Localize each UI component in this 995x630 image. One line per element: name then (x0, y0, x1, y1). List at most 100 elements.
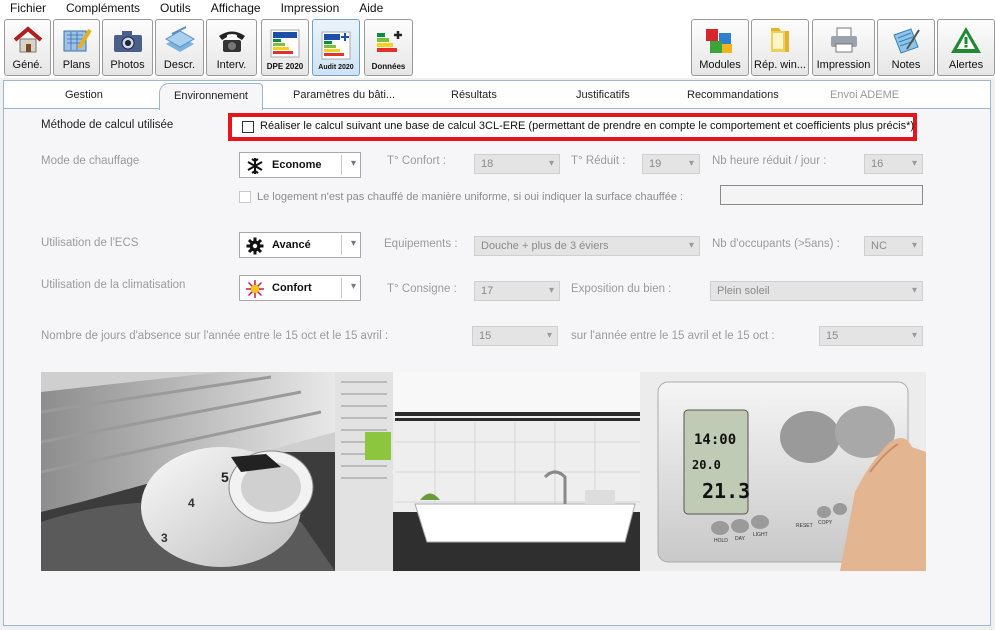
tab-parametres-bati[interactable]: Paramètres du bâti... (293, 89, 395, 101)
impression-button[interactable]: Impression (812, 19, 875, 76)
equipements-label: Equipements : (384, 238, 458, 250)
non-uniform-heating-label: Le logement n'est pas chauffé de manière… (257, 191, 684, 203)
tab-justificatifs[interactable]: Justificatifs (576, 89, 630, 101)
photos-button[interactable]: Photos (102, 19, 153, 76)
menu-fichier[interactable]: Fichier (0, 1, 56, 15)
warning-triangle-icon (949, 25, 983, 55)
chevron-down-icon: ▾ (688, 158, 694, 169)
environment-panel: Gestion Environnement Paramètres du bâti… (3, 80, 991, 626)
exposition-select[interactable]: Plein soleil ▾ (710, 281, 923, 301)
method-3cl-ere-checkbox[interactable] (242, 121, 254, 133)
audit-2020-button[interactable]: Audit 2020 (312, 19, 360, 76)
menu-aide[interactable]: Aide (349, 1, 393, 15)
bathroom-photo (335, 372, 640, 571)
printer-icon (827, 25, 861, 55)
energy-label-plus-icon (319, 30, 353, 60)
dpe-2020-button[interactable]: DPE 2020 (261, 19, 309, 76)
absence-summer-select[interactable]: 15 ▾ (819, 326, 923, 346)
alertes-button[interactable]: Alertes (937, 19, 995, 76)
t-confort-label: T° Confort : (387, 155, 446, 167)
chevron-down-icon: ▾ (911, 240, 917, 251)
chevron-down-icon: ▾ (911, 158, 917, 169)
absence-summer-label: sur l'année entre le 15 avril et le 15 o… (571, 330, 775, 342)
svg-text:5: 5 (221, 469, 229, 485)
energy-label-data-icon (372, 28, 406, 58)
t-consigne-select[interactable]: 17 ▾ (474, 281, 560, 301)
chevron-down-icon: ▾ (548, 158, 554, 169)
radiator-valve-photo: 5 4 3 (41, 372, 335, 571)
clim-mode-select[interactable]: Confort ▾ (239, 275, 361, 301)
house-icon (11, 25, 45, 55)
toolbar: Géné. Plans Photos Descr. Interv. DPE 20… (0, 16, 995, 78)
snowflake-icon (247, 158, 263, 174)
thermostat-copy-label: COPY (818, 520, 833, 526)
tab-bar: Gestion Environnement Paramètres du bâti… (4, 81, 990, 110)
clim-label: Utilisation de la climatisation (41, 279, 186, 291)
t-consigne-label: T° Consigne : (387, 283, 457, 295)
menu-bar: Fichier Compléments Outils Affichage Imp… (0, 0, 995, 16)
puzzle-icon (703, 25, 737, 55)
occupants-label: Nb d'occupants (>5ans) : (712, 238, 840, 250)
thermostat-setpoint-display: 20.0 (692, 458, 721, 472)
exposition-label: Exposition du bien : (571, 283, 672, 295)
donnees-button[interactable]: Données (364, 19, 413, 76)
thermostat-day-label: DAY (735, 536, 746, 542)
general-button[interactable]: Géné. (4, 19, 51, 76)
gear-icon (246, 237, 264, 255)
plan-ruler-icon (60, 25, 94, 55)
repertoire-windows-button[interactable]: Rép. win... (751, 19, 809, 76)
equipements-select[interactable]: Douche + plus de 3 éviers ▾ (474, 236, 700, 256)
t-reduit-select[interactable]: 19 ▾ (642, 154, 700, 174)
thermostat-temperature-display: 21.3 (702, 479, 750, 503)
notes-icon (889, 25, 923, 55)
environment-photos: 5 4 3 14:00 20.0 21.3 HOLD DAY LIGHT RES… (41, 372, 926, 571)
camera-icon (111, 25, 145, 55)
chevron-down-icon: ▾ (546, 330, 552, 341)
heating-mode-select[interactable]: Econome ▾ (239, 152, 361, 178)
tab-resultats[interactable]: Résultats (451, 89, 497, 101)
t-confort-select[interactable]: 18 ▾ (474, 154, 560, 174)
chevron-down-icon: ▾ (911, 330, 917, 341)
chevron-down-icon: ▾ (688, 240, 694, 251)
absence-winter-label: Nombre de jours d'absence sur l'année en… (41, 330, 389, 342)
ecs-label: Utilisation de l'ECS (41, 237, 139, 249)
tab-environnement[interactable]: Environnement (159, 83, 263, 110)
modules-button[interactable]: Modules (691, 19, 749, 76)
intervention-button[interactable]: Interv. (206, 19, 257, 76)
menu-complements[interactable]: Compléments (56, 1, 150, 15)
thermostat-reset-label: RESET (796, 523, 813, 529)
menu-affichage[interactable]: Affichage (201, 1, 271, 15)
thermostat-hold-label: HOLD (714, 538, 728, 544)
chevron-down-icon: ▾ (911, 285, 917, 296)
method-label: Méthode de calcul utilisée (41, 119, 174, 131)
heating-label: Mode de chauffage (41, 155, 140, 167)
thermostat-light-label: LIGHT (753, 532, 768, 538)
t-reduit-label: T° Réduit : (571, 155, 626, 167)
thermostat-photo: 14:00 20.0 21.3 HOLD DAY LIGHT RESET COP… (640, 372, 926, 571)
svg-text:4: 4 (188, 496, 195, 510)
absence-winter-select[interactable]: 15 ▾ (472, 326, 558, 346)
surface-chauffee-input[interactable] (720, 185, 923, 205)
nb-heure-label: Nb heure réduit / jour : (712, 155, 827, 167)
nb-heure-select[interactable]: 16 ▾ (864, 154, 923, 174)
sun-icon (246, 280, 264, 298)
description-button[interactable]: Descr. (155, 19, 204, 76)
layers-icon (163, 25, 197, 55)
svg-text:3: 3 (161, 531, 168, 545)
telephone-icon (215, 25, 249, 55)
occupants-select[interactable]: NC ▾ (864, 236, 923, 256)
method-highlight-box: Réaliser le calcul suivant une base de c… (228, 113, 917, 141)
energy-label-eu-icon (268, 28, 302, 58)
menu-outils[interactable]: Outils (150, 1, 201, 15)
ecs-mode-select[interactable]: Avancé ▾ (239, 232, 361, 258)
tab-recommandations[interactable]: Recommandations (687, 89, 779, 101)
non-uniform-heating-checkbox[interactable] (239, 191, 251, 203)
chevron-down-icon: ▾ (548, 285, 554, 296)
tab-envoi-ademe: Envoi ADEME (830, 89, 900, 101)
notes-button[interactable]: Notes (877, 19, 935, 76)
menu-impression[interactable]: Impression (271, 1, 350, 15)
method-3cl-ere-text: Réaliser le calcul suivant une base de c… (260, 120, 915, 132)
plans-button[interactable]: Plans (53, 19, 100, 76)
tab-gestion[interactable]: Gestion (65, 89, 103, 101)
chevron-down-icon: ▾ (350, 281, 356, 292)
